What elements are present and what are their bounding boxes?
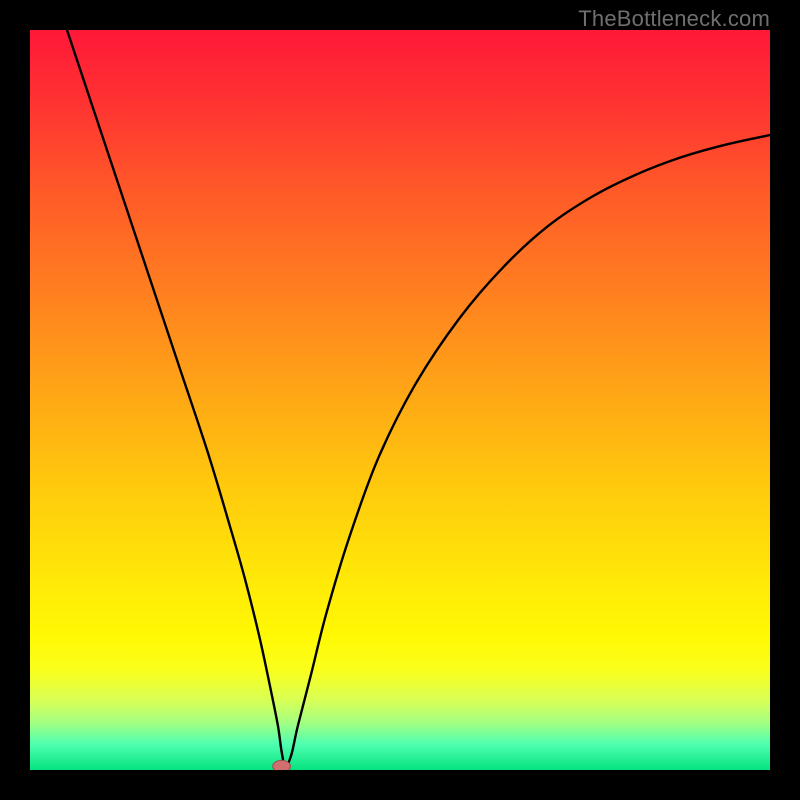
gradient-background [30,30,770,770]
chart-frame: TheBottleneck.com [0,0,800,800]
minimum-marker [273,760,291,770]
watermark-text: TheBottleneck.com [578,6,770,32]
chart-plot-area [30,30,770,770]
chart-svg [30,30,770,770]
